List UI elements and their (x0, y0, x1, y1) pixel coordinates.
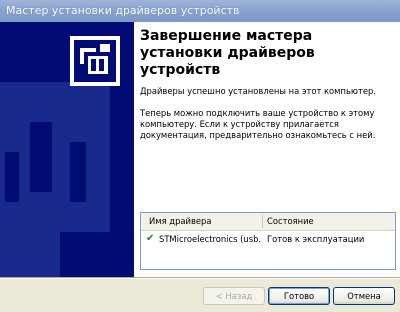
window-title: Мастер установки драйверов устройств (6, 4, 240, 17)
cancel-button[interactable]: Отмена (333, 287, 395, 305)
success-message: Драйверы успешно установлены на этот ком… (140, 86, 376, 96)
footer-divider (0, 277, 400, 279)
check-icon: ✔ (146, 233, 155, 244)
wizard-banner (0, 22, 134, 277)
driver-status-cell: Готов к эксплуатации (267, 234, 365, 244)
column-divider[interactable] (262, 215, 263, 228)
back-button[interactable]: < Назад (203, 287, 265, 305)
page-title: Завершение мастера установки драйверов у… (140, 28, 315, 78)
column-header-status[interactable]: Состояние (267, 216, 314, 226)
finish-button[interactable]: Готово (268, 287, 330, 305)
driver-list[interactable]: Имя драйвера Состояние ✔ STMicroelectron… (140, 212, 396, 270)
info-message: Теперь можно подключить ваше устройство … (140, 108, 376, 140)
wizard-banner-art (0, 36, 120, 277)
driver-name-cell: STMicroelectronics (usb... (159, 234, 261, 244)
title-bar[interactable]: Мастер установки драйверов устройств (0, 0, 400, 23)
driver-list-header: Имя драйвера Состояние (141, 213, 395, 231)
wizard-window: Мастер установки драйверов устройств Зав… (0, 0, 400, 312)
device-install-icon (70, 36, 120, 86)
wizard-content: Завершение мастера установки драйверов у… (134, 22, 400, 277)
column-header-driver-name[interactable]: Имя драйвера (149, 216, 212, 226)
table-row[interactable]: ✔ STMicroelectronics (usb... Готов к экс… (141, 232, 395, 246)
